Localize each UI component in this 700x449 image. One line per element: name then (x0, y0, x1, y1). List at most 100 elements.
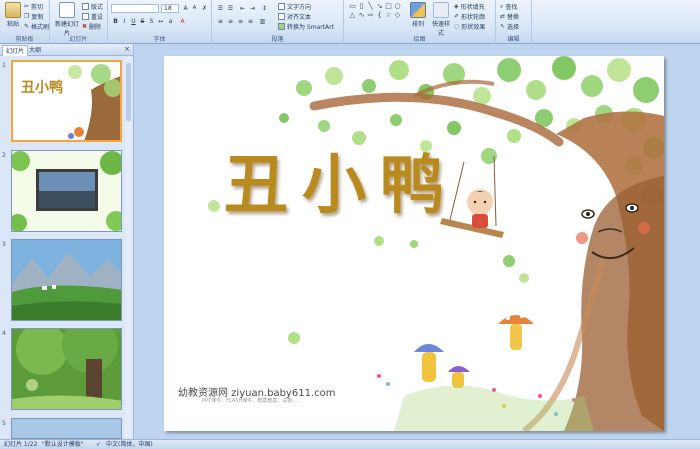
star-shape-icon[interactable]: ☆ (384, 11, 393, 19)
arrange-icon (410, 2, 426, 18)
drawing-label: 绘图 (413, 36, 426, 43)
slide-2-preview (12, 151, 121, 231)
decrease-indent-icon[interactable]: ⇤ (238, 4, 247, 13)
slide-thumbnail-2[interactable] (11, 150, 122, 232)
shape-outline-button[interactable]: ✐ 形状轮廓 (454, 12, 485, 21)
quick-styles-button[interactable]: 快速样式 (430, 2, 452, 37)
line-shape-icon[interactable]: ╲ (366, 2, 375, 10)
tab-outline[interactable]: 大纲 (26, 45, 44, 56)
reset-icon (82, 13, 89, 20)
bold-icon[interactable]: B (111, 17, 120, 26)
oval-shape-icon[interactable]: ○ (393, 2, 402, 10)
editing-label: 编辑 (507, 36, 520, 43)
right-arrow-shape-icon[interactable]: ⇨ (366, 11, 375, 19)
spacing-icon[interactable]: ↔ (156, 17, 165, 26)
outline-pen-icon: ✐ (454, 13, 460, 20)
slide-editor: 丑小鸭 幼教资源网 ziyuan.baby611.com PPT课件、FLASH… (135, 44, 700, 439)
clipboard-label: 剪贴板 (15, 36, 34, 43)
close-icon[interactable]: × (124, 45, 130, 53)
shrink-font-icon[interactable]: A (190, 4, 199, 13)
paste-icon (5, 2, 21, 18)
replace-icon: ⇄ (500, 13, 506, 20)
curve-shape-icon[interactable]: ∿ (357, 11, 366, 19)
slide-thumbnail-4[interactable] (11, 328, 122, 410)
slide-4-preview (12, 329, 121, 409)
align-center-icon[interactable]: ≡ (226, 17, 235, 26)
copy-icon: ❐ (24, 13, 30, 20)
brace-shape-icon[interactable]: { (375, 11, 384, 19)
slide-thumbnail-1[interactable]: 丑小鸭 (11, 60, 122, 142)
slide-thumbnail-5[interactable] (11, 418, 122, 439)
font-name-combo[interactable] (111, 4, 159, 13)
reset-button[interactable]: 重设 (82, 12, 103, 21)
watermark-subtext: PPT课件、FLASH课件、教案教案、试卷…… (202, 398, 303, 404)
italic-icon[interactable]: I (120, 17, 129, 26)
delete-slide-button[interactable]: ✖ 删除 (82, 22, 101, 31)
quick-styles-icon (433, 2, 449, 18)
format-painter-button[interactable]: ✎ 格式刷 (24, 22, 49, 31)
shadow-icon[interactable]: S (147, 17, 156, 26)
select-button[interactable]: ↖ 选择 (500, 22, 519, 31)
slide-number: 5 (2, 420, 6, 427)
tab-slides[interactable]: 幻灯片 (2, 45, 29, 56)
slides-group: 新建幻灯片 版式 重设 ✖ 删除 幻灯片 (50, 0, 108, 44)
new-slide-button[interactable]: 新建幻灯片 (54, 2, 80, 37)
slide-number: 1 (2, 62, 6, 69)
rectangle-shape-icon[interactable]: □ (384, 2, 393, 10)
ribbon: 粘贴 ✂ 剪切 ❐ 复制 ✎ 格式刷 剪贴板 新建幻灯片 版式 重设 ✖ 删除 幻灯片 (0, 0, 700, 44)
binoculars-icon: ⌕ (500, 2, 504, 10)
align-text-button[interactable]: 对齐文本 (278, 12, 311, 21)
shape-effects-button[interactable]: ◌ 形状效果 (454, 22, 485, 31)
case-icon[interactable]: a (166, 17, 175, 26)
spellcheck-icon[interactable]: ✓ (96, 440, 101, 449)
strikethrough-icon[interactable]: S (138, 17, 147, 26)
increase-indent-icon[interactable]: ⇥ (248, 4, 257, 13)
underline-icon[interactable]: U (129, 17, 138, 26)
paragraph-group: ☰ ☰ ⇤ ⇥ ↕ ≡ ≡ ≡ ≡ ▥ 文字方向 对齐文本 转换为 SmartA… (212, 0, 344, 44)
scrollbar-thumb[interactable] (126, 63, 131, 121)
cut-button[interactable]: ✂ 剪切 (24, 2, 43, 11)
line-spacing-icon[interactable]: ↕ (260, 4, 269, 13)
current-slide[interactable]: 丑小鸭 幼教资源网 ziyuan.baby611.com PPT课件、FLASH… (164, 56, 664, 431)
columns-icon[interactable]: ▥ (258, 17, 267, 26)
status-bar: 幻灯片 1/22 "默认设计模板" ✓ 中文(简体，中国) (0, 439, 700, 449)
editing-group: ⌕ 查找 ⇄ 替换 ↖ 选择 编辑 (496, 0, 532, 44)
panel-scrollbar[interactable] (125, 57, 132, 437)
paragraph-label: 段落 (271, 36, 284, 43)
cursor-icon: ↖ (500, 23, 506, 30)
layout-button[interactable]: 版式 (82, 2, 103, 11)
brush-icon: ✎ (24, 23, 30, 30)
find-button[interactable]: ⌕ 查找 (500, 2, 517, 12)
triangle-shape-icon[interactable]: △ (348, 11, 357, 19)
slide-thumbnail-3[interactable] (11, 239, 122, 321)
textbox-shape-icon[interactable]: ▭ (348, 2, 357, 10)
slide-illustration (208, 56, 664, 431)
scissors-icon: ✂ (24, 3, 30, 10)
effects-icon: ◌ (454, 23, 460, 30)
arrange-button[interactable]: 排列 (408, 2, 428, 28)
font-size-combo[interactable]: 18 (161, 4, 179, 13)
slide-number: 3 (2, 241, 6, 248)
textbox-vertical-shape-icon[interactable]: ▯ (357, 2, 366, 10)
align-left-icon[interactable]: ≡ (216, 17, 225, 26)
bullets-icon[interactable]: ☰ (216, 4, 225, 13)
text-direction-button[interactable]: 文字方向 (278, 2, 311, 11)
font-color-icon[interactable]: A (178, 17, 187, 26)
fill-bucket-icon: ◈ (454, 3, 459, 10)
callout-shape-icon[interactable]: ◇ (393, 11, 402, 19)
svg-text:丑小鸭: 丑小鸭 (21, 79, 63, 96)
shape-fill-button[interactable]: ◈ 形状填充 (454, 2, 485, 11)
copy-button[interactable]: ❐ 复制 (24, 12, 43, 21)
grow-font-icon[interactable]: A (181, 4, 190, 13)
panel-tabs: 幻灯片 大纲 × (0, 44, 133, 56)
slide-title[interactable]: 丑小鸭 (224, 134, 458, 226)
justify-icon[interactable]: ≡ (246, 17, 255, 26)
align-right-icon[interactable]: ≡ (236, 17, 245, 26)
slide-counter: 幻灯片 1/22 (4, 441, 38, 448)
clear-format-icon[interactable]: ✗ (200, 4, 209, 13)
arrow-shape-icon[interactable]: ↘ (375, 2, 384, 10)
numbering-icon[interactable]: ☰ (226, 4, 235, 13)
replace-button[interactable]: ⇄ 替换 (500, 12, 519, 21)
smartart-button[interactable]: 转换为 SmartArt (278, 22, 334, 31)
paste-button[interactable]: 粘贴 (2, 2, 24, 28)
